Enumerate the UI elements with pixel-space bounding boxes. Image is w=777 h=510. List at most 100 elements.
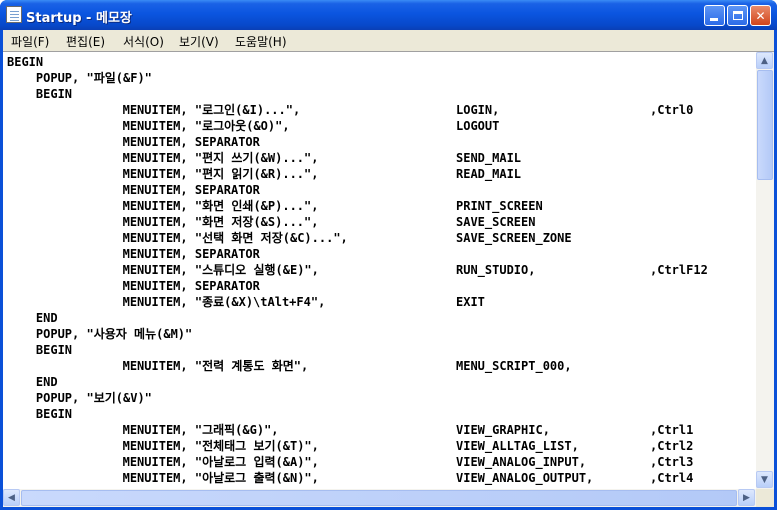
code-line: END: [7, 310, 58, 326]
code-shortcut: ,Ctrl0: [650, 103, 694, 117]
code-text: END: [7, 375, 58, 389]
window-title: Startup - 메모장: [26, 11, 132, 26]
code-line: MENUITEM, "로그인(&I)...", LOGIN, ,Ctrl0: [7, 102, 694, 118]
code-text: MENUITEM, "선택 화면 저장(&C)...",: [7, 231, 348, 245]
code-text: MENUITEM, "로그인(&I)...",: [7, 103, 301, 117]
code-command-id: LOGOUT: [456, 119, 500, 133]
code-line: BEGIN: [7, 86, 72, 102]
code-shortcut: ,Ctrl1: [650, 423, 694, 437]
code-shortcut: ,Ctrl4: [650, 471, 694, 485]
code-line: MENUITEM, "아날로그 출력(&N)", VIEW_ANALOG_OUTP…: [7, 470, 694, 486]
code-shortcut: ,CtrlF12: [650, 263, 708, 277]
code-line: MENUITEM, SEPARATOR: [7, 182, 260, 198]
code-command-id: SAVE_SCREEN: [456, 215, 536, 229]
code-text: MENUITEM, "편지 읽기(&R)...",: [7, 167, 319, 181]
notepad-icon[interactable]: [6, 6, 22, 23]
text-editor[interactable]: BEGIN POPUP, "파일(&F)" BEGIN MENUITEM, "로…: [3, 52, 756, 489]
code-text: POPUP, "보기(&V)": [7, 391, 152, 405]
menu-format[interactable]: 서식(O): [123, 33, 164, 50]
code-text: MENUITEM, "화면 인쇄(&P)...",: [7, 199, 319, 213]
code-shortcut: ,Ctrl3: [650, 455, 694, 469]
code-command-id: LOGIN,: [456, 103, 500, 117]
code-text: BEGIN: [7, 87, 73, 101]
code-text: MENUITEM, "편지 쓰기(&W)...",: [7, 151, 319, 165]
code-line: BEGIN: [7, 54, 43, 70]
close-button[interactable]: ✕: [750, 5, 771, 26]
code-line: POPUP, "보기(&V)": [7, 390, 152, 406]
code-shortcut: ,Ctrl2: [650, 439, 694, 453]
client-area: BEGIN POPUP, "파일(&F)" BEGIN MENUITEM, "로…: [3, 51, 774, 507]
arrow-down-icon: ▼: [761, 474, 768, 485]
code-line: POPUP, "파일(&F)": [7, 70, 152, 86]
code-text: MENUITEM, "전력 계통도 화면",: [7, 359, 309, 373]
code-line: MENUITEM, "편지 읽기(&R)...", READ_MAIL: [7, 166, 521, 182]
maximize-button[interactable]: [727, 5, 748, 26]
horizontal-scroll-thumb[interactable]: [21, 490, 737, 506]
arrow-left-icon: ◀: [8, 492, 15, 503]
code-line: MENUITEM, "종료(&X)\tAlt+F4", EXIT: [7, 294, 485, 310]
code-text: BEGIN: [7, 343, 73, 357]
code-command-id: VIEW_ALLTAG_LIST,: [456, 439, 579, 453]
menu-bar: 파일(F) 편집(E) 서식(O) 보기(V) 도움말(H): [3, 30, 774, 51]
code-text: BEGIN: [7, 407, 73, 421]
code-text: MENUITEM, "전체태그 보기(&T)",: [7, 439, 319, 453]
code-command-id: READ_MAIL: [456, 167, 522, 181]
code-line: MENUITEM, "전체태그 보기(&T)", VIEW_ALLTAG_LIST…: [7, 438, 694, 454]
arrow-right-icon: ▶: [743, 492, 750, 503]
close-icon: ✕: [755, 8, 766, 23]
vertical-scrollbar[interactable]: ▲ ▼: [756, 52, 774, 489]
code-command-id: RUN_STUDIO,: [456, 263, 536, 277]
vertical-scroll-thumb[interactable]: [757, 70, 773, 180]
code-line: MENUITEM, "화면 인쇄(&P)...", PRINT_SCREEN: [7, 198, 543, 214]
code-text: MENUITEM, "화면 저장(&S)...",: [7, 215, 319, 229]
code-line: MENUITEM, "스튜디오 실행(&E)", RUN_STUDIO, ,Ctrl…: [7, 262, 708, 278]
code-line: MENUITEM, SEPARATOR: [7, 134, 260, 150]
code-text: MENUITEM, "아날로그 입력(&A)",: [7, 455, 319, 469]
code-line: POPUP, "사용자 메뉴(&M)": [7, 326, 192, 342]
code-line: BEGIN: [7, 342, 72, 358]
scroll-right-button[interactable]: ▶: [738, 489, 755, 506]
code-command-id: SAVE_SCREEN_ZONE: [456, 231, 572, 245]
notepad-window: Startup - 메모장 ✕ 파일(F) 편집(E) 서식(O) 보기(V) …: [0, 0, 777, 510]
code-text: POPUP, "파일(&F)": [7, 71, 152, 85]
menu-file[interactable]: 파일(F): [11, 33, 49, 50]
menu-view[interactable]: 보기(V): [179, 33, 219, 50]
menu-help[interactable]: 도움말(H): [235, 33, 287, 50]
code-text: MENUITEM, "그래픽(&G)",: [7, 423, 279, 437]
code-line: MENUITEM, "선택 화면 저장(&C)...", SAVE_SCREEN_…: [7, 230, 572, 246]
scroll-down-button[interactable]: ▼: [756, 471, 773, 488]
scroll-up-button[interactable]: ▲: [756, 52, 773, 69]
code-line: MENUITEM, "그래픽(&G)", VIEW_GRAPHIC, ,Ctrl1: [7, 422, 694, 438]
code-text: POPUP, "사용자 메뉴(&M)": [7, 327, 193, 341]
title-bar[interactable]: Startup - 메모장 ✕: [0, 0, 777, 30]
code-line: MENUITEM, "아날로그 입력(&A)", VIEW_ANALOG_INPU…: [7, 454, 694, 470]
arrow-up-icon: ▲: [761, 55, 768, 66]
code-command-id: VIEW_ANALOG_OUTPUT,: [456, 471, 594, 485]
minimize-button[interactable]: [704, 5, 725, 26]
code-command-id: SEND_MAIL: [456, 151, 522, 165]
minimize-icon: [709, 18, 718, 21]
code-line: MENUITEM, "편지 쓰기(&W)...", SEND_MAIL: [7, 150, 521, 166]
code-text: MENUITEM, "종료(&X)\tAlt+F4",: [7, 295, 326, 309]
code-text: MENUITEM, SEPARATOR: [7, 279, 260, 293]
code-text: MENUITEM, SEPARATOR: [7, 135, 260, 149]
code-line: MENUITEM, "전력 계통도 화면", MENU_SCRIPT_000,: [7, 358, 572, 374]
maximize-icon: [732, 11, 743, 20]
code-text: MENUITEM, "로그아웃(&O)",: [7, 119, 290, 133]
code-line: MENUITEM, SEPARATOR: [7, 278, 260, 294]
code-command-id: PRINT_SCREEN: [456, 199, 543, 213]
size-grip: [756, 489, 774, 507]
code-text: MENUITEM, SEPARATOR: [7, 183, 260, 197]
code-text: MENUITEM, "스튜디오 실행(&E)",: [7, 263, 319, 277]
code-line: MENUITEM, "화면 저장(&S)...", SAVE_SCREEN: [7, 214, 536, 230]
code-command-id: MENU_SCRIPT_000,: [456, 359, 572, 373]
scroll-left-button[interactable]: ◀: [3, 489, 20, 506]
menu-edit[interactable]: 편집(E): [66, 33, 105, 50]
code-line: BEGIN: [7, 406, 72, 422]
code-command-id: EXIT: [456, 295, 485, 309]
code-command-id: VIEW_GRAPHIC,: [456, 423, 550, 437]
code-text: MENUITEM, "아날로그 출력(&N)",: [7, 471, 319, 485]
code-line: END: [7, 374, 58, 390]
code-text: END: [7, 311, 58, 325]
horizontal-scrollbar[interactable]: ◀ ▶: [3, 489, 756, 507]
